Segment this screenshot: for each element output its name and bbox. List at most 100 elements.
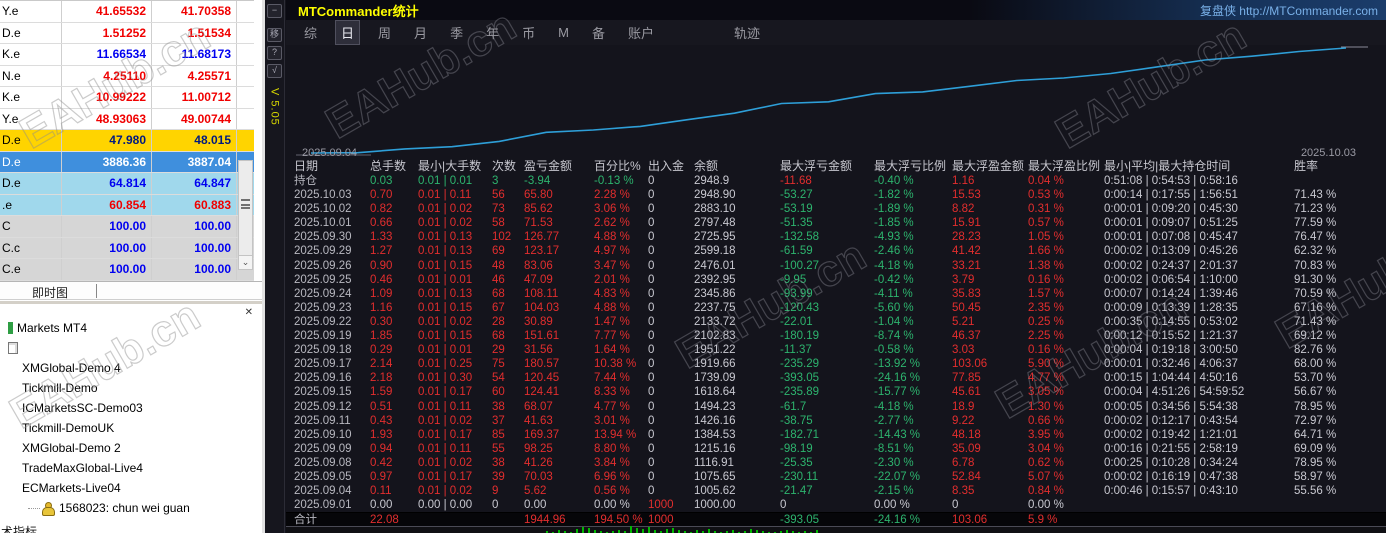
table-cell: 55.56 %: [1294, 484, 1386, 498]
table-cell: 2102.83: [694, 329, 780, 343]
menu-item-7[interactable]: M: [553, 23, 574, 42]
navigator-item[interactable]: XMGlobal-Demo 4: [22, 359, 121, 377]
move-button[interactable]: 移: [267, 28, 282, 42]
table-cell: 67.16 %: [1294, 301, 1386, 315]
market-watch-row[interactable]: C.e100.00100.00: [0, 259, 254, 281]
brand-link[interactable]: 复盘侠 http://MTCommander.com: [1200, 2, 1386, 19]
navigator-account-item[interactable]: 1568023: chun wei guan: [28, 499, 190, 517]
table-cell: 68.07: [524, 400, 594, 414]
table-cell: 8.35: [952, 484, 1028, 498]
column-header: 余额: [694, 158, 780, 174]
menu-item-10[interactable]: 轨迹: [729, 21, 765, 44]
navigator-item[interactable]: ECMarkets-Live04: [22, 479, 121, 497]
market-watch-row[interactable]: Y.e48.9306349.00744: [0, 109, 254, 131]
table-cell: -21.47: [780, 484, 874, 498]
table-cell: 0.82: [370, 202, 418, 216]
check-button[interactable]: √: [267, 64, 282, 78]
navigator-item[interactable]: [8, 339, 18, 357]
table-cell: 0.90: [370, 259, 418, 273]
table-cell: 124.41: [524, 385, 594, 399]
market-watch-row[interactable]: D.e64.81464.847: [0, 173, 254, 195]
scrollbar-down-arrow-icon[interactable]: ⌄: [239, 255, 252, 269]
menu-item-1[interactable]: 日: [335, 20, 360, 45]
navigator-item[interactable]: Tickmill-DemoUK: [22, 419, 114, 437]
stats-table-row: 2025.09.301.330.01 | 0.13102126.774.88 %…: [286, 230, 1386, 244]
table-cell: 0.01 | 0.02: [418, 216, 492, 230]
tab-separator: [96, 284, 97, 298]
help-button[interactable]: ?: [267, 46, 282, 60]
bid-price: 3886.36: [62, 152, 152, 173]
table-cell: 1005.62: [694, 484, 780, 498]
table-cell: -0.58 %: [874, 343, 952, 357]
menu-item-0[interactable]: 综: [299, 21, 322, 44]
volume-bar: [750, 529, 752, 533]
stats-table-row: 2025.09.090.940.01 | 0.115598.258.80 %01…: [286, 442, 1386, 456]
navigator-item[interactable]: TradeMaxGlobal-Live4: [22, 459, 143, 477]
navigator-item[interactable]: Markets MT4: [8, 319, 87, 337]
menu-item-9[interactable]: 账户: [623, 21, 659, 44]
market-watch-row[interactable]: K.e10.9922211.00712: [0, 87, 254, 109]
table-cell: 70.03: [524, 470, 594, 484]
table-cell: -8.51 %: [874, 442, 952, 456]
symbol-label: C.c: [0, 238, 62, 259]
table-cell: -393.05: [780, 371, 874, 385]
market-watch-row[interactable]: N.e4.251104.25571: [0, 66, 254, 88]
table-cell: 6.78: [952, 456, 1028, 470]
column-header: 次数: [492, 158, 524, 174]
table-cell: 3: [492, 174, 524, 188]
table-cell: 39: [492, 470, 524, 484]
market-watch-row[interactable]: K.e11.6653411.68173: [0, 44, 254, 66]
table-cell: 0:00:02 | 0:06:54 | 1:10:00: [1104, 273, 1294, 287]
menu-item-8[interactable]: 备: [587, 21, 610, 44]
market-watch-row[interactable]: .e60.85460.883: [0, 195, 254, 217]
market-watch-row[interactable]: D.e47.98048.015: [0, 130, 254, 152]
menu-item-2[interactable]: 周: [373, 21, 396, 44]
table-cell: 7.44 %: [594, 371, 648, 385]
stats-title-bar[interactable]: MTCommander统计 复盘侠 http://MTCommander.com: [286, 0, 1386, 20]
table-cell: -24.16 %: [874, 371, 952, 385]
market-watch-row[interactable]: Y.e41.6553241.70358: [0, 1, 254, 23]
table-cell: 0.94: [370, 442, 418, 456]
table-cell: -53.27: [780, 188, 874, 202]
navigator-item[interactable]: Tickmill-Demo: [22, 379, 98, 397]
symbol-label: .e: [0, 195, 62, 216]
navigator-item-label: ECMarkets-Live04: [22, 481, 121, 495]
table-cell: 71.53: [524, 216, 594, 230]
table-cell: 46: [492, 273, 524, 287]
navigator-item[interactable]: XMGlobal-Demo 2: [22, 439, 121, 457]
tab-tick-chart[interactable]: 即时图: [32, 284, 68, 301]
menu-item-4[interactable]: 季: [445, 21, 468, 44]
navigator-item[interactable]: ICMarketsSC-Demo03: [22, 399, 143, 417]
market-watch-row[interactable]: C.c100.00100.00: [0, 238, 254, 260]
table-cell: -4.11 %: [874, 287, 952, 301]
table-cell: 4.97 %: [594, 244, 648, 258]
market-watch-row[interactable]: D.e1.512521.51534: [0, 23, 254, 45]
scrollbar-grip-icon[interactable]: [241, 199, 250, 209]
table-cell: 169.37: [524, 428, 594, 442]
menu-item-3[interactable]: 月: [409, 21, 432, 44]
navigator-bottom-label[interactable]: 术指标: [1, 523, 37, 533]
table-cell: 3.47 %: [594, 259, 648, 273]
table-cell: 0.62 %: [1028, 456, 1104, 470]
market-watch-scrollbar[interactable]: ⌄: [238, 160, 253, 270]
table-cell: 69.09 %: [1294, 442, 1386, 456]
market-watch-row[interactable]: D.e3886.363887.04: [0, 152, 254, 174]
ask-price: 41.70358: [152, 1, 237, 22]
table-cell: 2.14: [370, 357, 418, 371]
table-cell: 1.38 %: [1028, 259, 1104, 273]
close-icon[interactable]: ✕: [245, 307, 253, 318]
panel-bottom-strip: [286, 526, 1386, 533]
navigator-item-label: ICMarketsSC-Demo03: [22, 401, 143, 415]
market-watch-row[interactable]: C100.00100.00: [0, 216, 254, 238]
minimize-button[interactable]: −: [267, 4, 282, 18]
bid-price: 64.814: [62, 173, 152, 194]
menu-item-6[interactable]: 币: [517, 21, 540, 44]
table-cell: -132.58: [780, 230, 874, 244]
table-cell: -0.42 %: [874, 273, 952, 287]
bid-price: 11.66534: [62, 44, 152, 65]
table-cell: 0:00:05 | 0:34:56 | 5:54:38: [1104, 400, 1294, 414]
table-cell: 102: [492, 230, 524, 244]
menu-item-5[interactable]: 年: [481, 21, 504, 44]
table-cell: 2725.95: [694, 230, 780, 244]
table-cell: 2883.10: [694, 202, 780, 216]
